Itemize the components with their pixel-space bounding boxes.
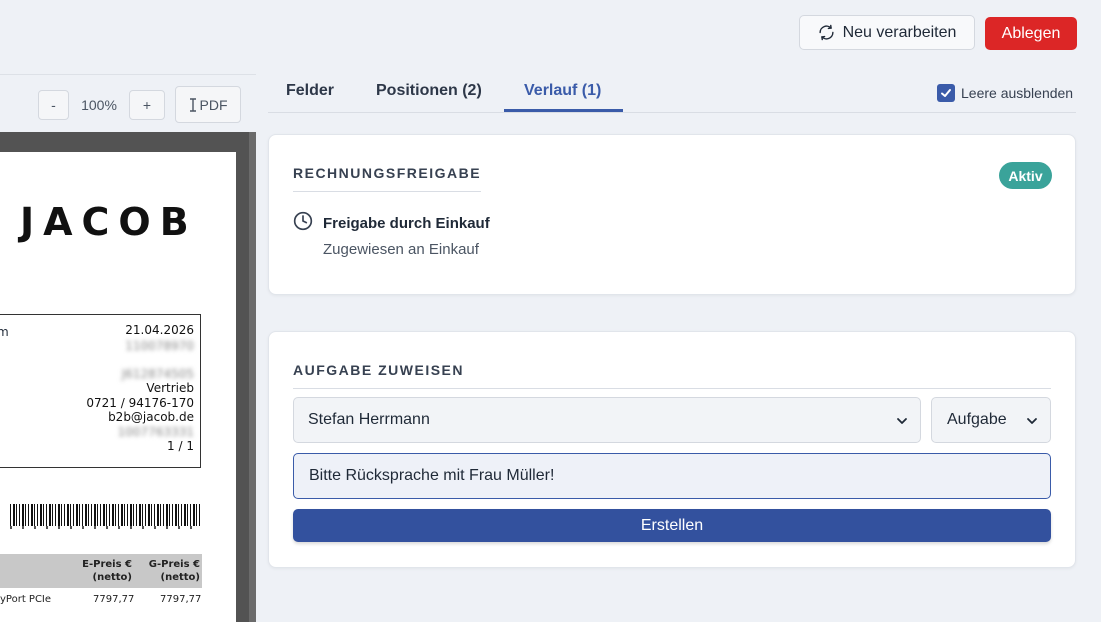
approval-card: RECHNUNGSFREIGABE Aktiv Freigabe durch E… bbox=[268, 134, 1076, 295]
task-type-select-value: Aufgabe bbox=[947, 411, 1007, 428]
invoice-date: 21.04.2026 bbox=[125, 323, 194, 337]
row-total-price: 7797,77 bbox=[160, 594, 202, 605]
approval-step-assignee: Zugewiesen an Einkauf bbox=[323, 241, 479, 258]
assign-task-title: AUFGABE ZUWEISEN bbox=[293, 362, 1051, 389]
refresh-icon bbox=[818, 24, 834, 41]
chevron-down-icon bbox=[1027, 418, 1037, 424]
assignee-select-value: Stefan Herrmann bbox=[308, 411, 430, 428]
tab-positions[interactable]: Positionen (2) bbox=[376, 82, 482, 100]
department: Vertrieb bbox=[146, 381, 194, 395]
row-unit-price: 7797,77 bbox=[93, 594, 135, 605]
row-description: yPort PCIe bbox=[0, 594, 52, 605]
col-unit-price: E-Preis € (netto) bbox=[82, 559, 132, 583]
zoom-level: 100% bbox=[81, 97, 117, 113]
tab-fields[interactable]: Felder bbox=[286, 82, 334, 100]
task-note-input[interactable] bbox=[293, 453, 1051, 499]
barcode-digits bbox=[10, 526, 200, 529]
hide-empty-checkbox[interactable] bbox=[937, 84, 955, 102]
barcode bbox=[10, 504, 200, 526]
items-table-header: E-Preis € (netto) G-Preis € (netto) bbox=[0, 554, 202, 588]
pdf-toolbar: - 100% + PDF bbox=[0, 74, 256, 132]
assignee-select[interactable]: Stefan Herrmann bbox=[293, 397, 921, 443]
company-logo: JACOB bbox=[20, 200, 198, 244]
active-tab-indicator bbox=[504, 109, 623, 112]
reprocess-button[interactable]: Neu verarbeiten bbox=[799, 15, 975, 50]
hide-empty-toggle[interactable]: Leere ausblenden bbox=[937, 84, 1073, 102]
approval-step-title: Freigabe durch Einkauf bbox=[323, 215, 490, 232]
chevron-down-icon bbox=[897, 418, 907, 424]
open-pdf-button[interactable]: PDF bbox=[175, 86, 241, 123]
task-type-select[interactable]: Aufgabe bbox=[931, 397, 1051, 443]
address-left-fragment: m bbox=[0, 325, 9, 339]
create-task-button[interactable]: Erstellen bbox=[293, 509, 1051, 542]
clock-icon bbox=[293, 211, 313, 231]
blurred-field: J612874505 bbox=[121, 367, 194, 381]
reprocess-label: Neu verarbeiten bbox=[842, 23, 957, 41]
assign-task-card: AUFGABE ZUWEISEN Stefan Herrmann Aufgabe… bbox=[268, 331, 1076, 568]
pdf-scrollbar[interactable] bbox=[249, 132, 256, 622]
phone: 0721 / 94176-170 bbox=[86, 396, 194, 410]
approval-title: RECHNUNGSFREIGABE bbox=[293, 165, 482, 192]
blurred-field: 1007763331 bbox=[117, 425, 194, 439]
file-button[interactable]: Ablegen bbox=[985, 17, 1077, 50]
zoom-out-button[interactable]: - bbox=[38, 90, 69, 120]
zoom-in-button[interactable]: + bbox=[129, 90, 165, 120]
pdf-preview[interactable]: JACOB m 21.04.2026 110078970 J612874505 … bbox=[0, 132, 256, 622]
page-count: 1 / 1 bbox=[167, 439, 194, 453]
tab-history[interactable]: Verlauf (1) bbox=[524, 82, 601, 100]
status-badge: Aktiv bbox=[999, 162, 1052, 189]
hide-empty-label: Leere ausblenden bbox=[961, 85, 1074, 101]
address-box: m 21.04.2026 110078970 J612874505 Vertri… bbox=[0, 314, 201, 468]
check-icon bbox=[941, 89, 951, 97]
col-total-price: G-Preis € (netto) bbox=[148, 559, 200, 583]
text-cursor-icon bbox=[189, 97, 196, 112]
pdf-button-label: PDF bbox=[199, 96, 228, 113]
email: b2b@jacob.de bbox=[108, 410, 194, 424]
pdf-page: JACOB m 21.04.2026 110078970 J612874505 … bbox=[0, 152, 236, 622]
blurred-field: 110078970 bbox=[125, 339, 194, 353]
